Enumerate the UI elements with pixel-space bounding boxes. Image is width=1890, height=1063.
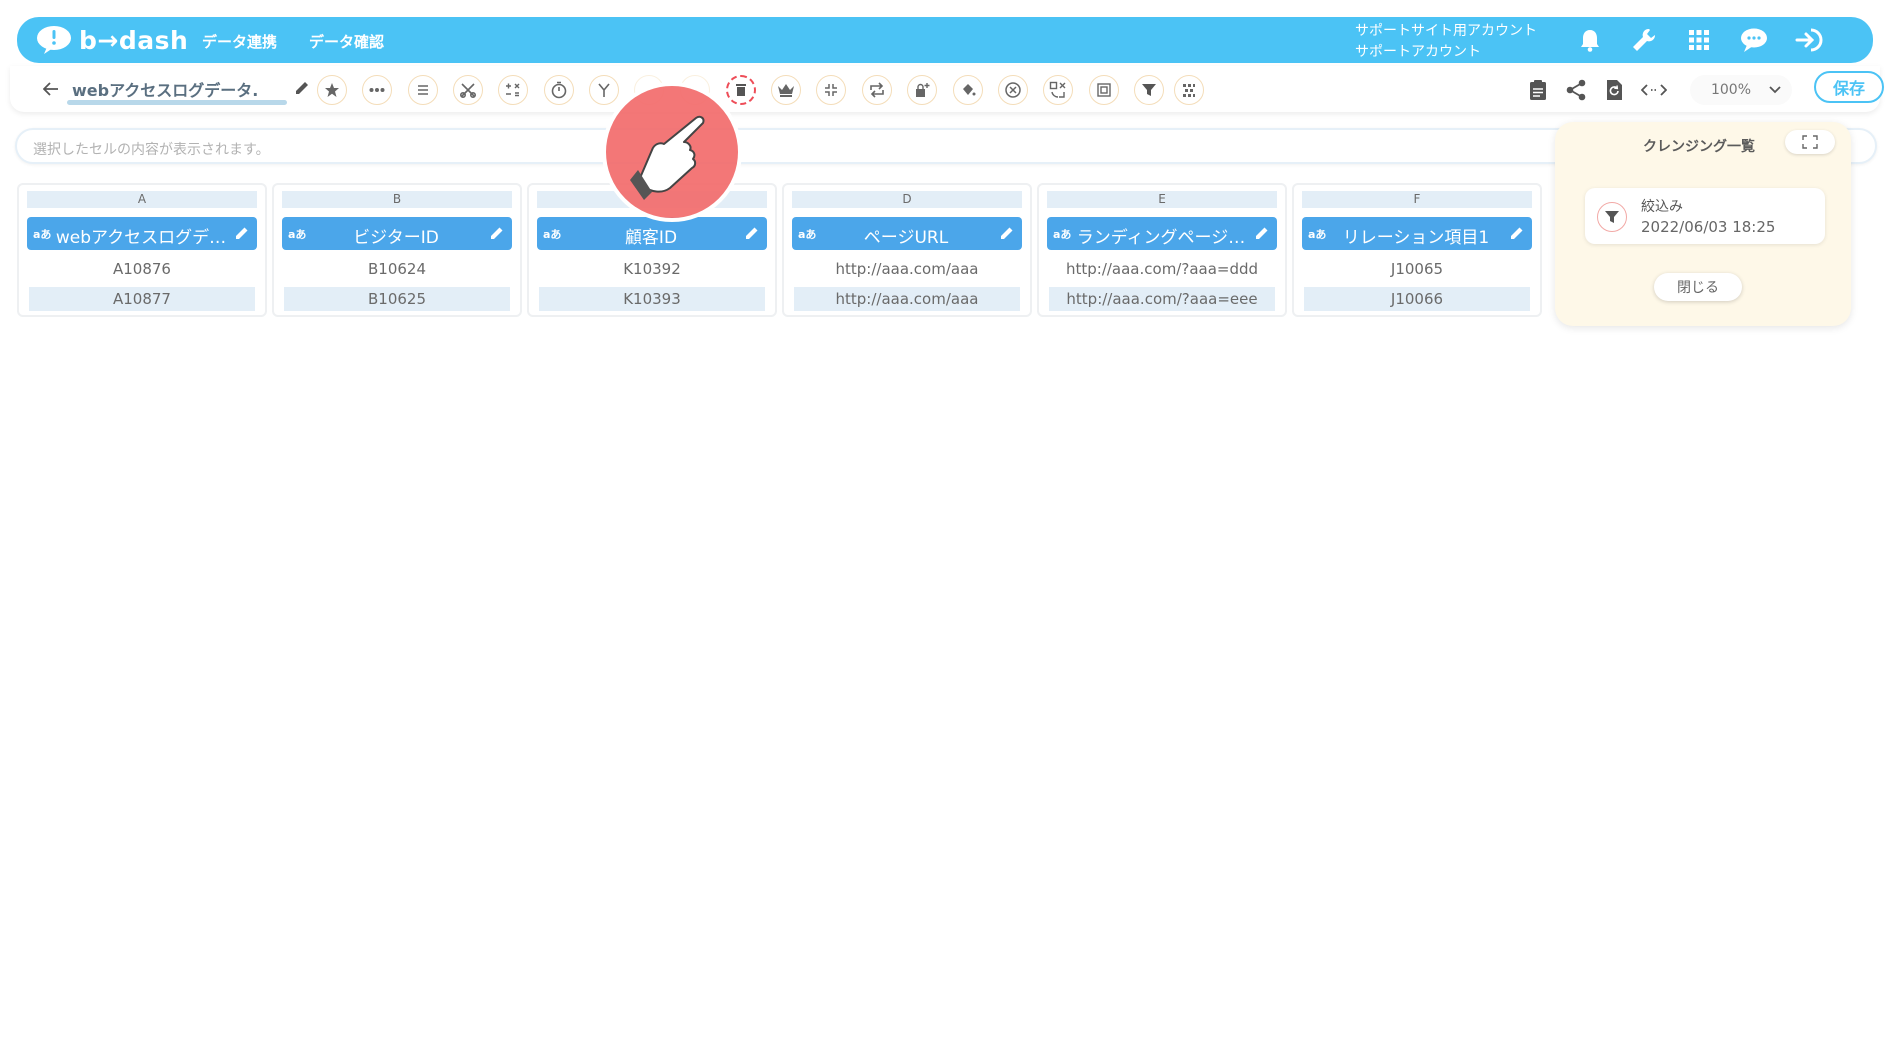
table-cell[interactable]: A10876	[29, 257, 255, 281]
crown-icon[interactable]	[771, 75, 801, 105]
pencil-icon[interactable]	[293, 79, 313, 99]
column-header[interactable]: aあ webアクセスログデ…	[27, 217, 257, 250]
cleansing-history-item[interactable]: 絞込み 2022/06/03 18:25	[1585, 188, 1825, 244]
column-b[interactable]: B aあ ビジターID B10624 B10625	[272, 183, 522, 317]
cleansing-name: 絞込み	[1641, 199, 1683, 215]
more-icon[interactable]	[362, 75, 392, 105]
column-a[interactable]: A aあ webアクセスログデ… A10876 A10877	[17, 183, 267, 317]
column-letter[interactable]: E	[1047, 191, 1277, 208]
table-cell[interactable]: K10393	[539, 287, 765, 311]
table-cell[interactable]: http://aaa.com/?aaa=ddd	[1049, 257, 1275, 281]
column-name: ビジターID	[353, 228, 439, 248]
column-name: webアクセスログデ…	[55, 228, 227, 248]
refresh-icon[interactable]	[1600, 76, 1628, 104]
bell-icon[interactable]	[1575, 26, 1605, 54]
zoom-value: 100%	[1710, 82, 1752, 98]
column-d[interactable]: D aあ ページURL http://aaa.com/aaa http://aa…	[782, 183, 1032, 317]
star-icon[interactable]	[317, 75, 347, 105]
column-letter[interactable]: F	[1302, 191, 1532, 208]
account-info[interactable]: サポートサイト用アカウント サポートアカウント	[1355, 21, 1537, 63]
column-name: ランディングページ…	[1076, 228, 1246, 248]
back-arrow-icon[interactable]	[40, 78, 62, 100]
pencil-icon[interactable]	[999, 225, 1017, 243]
column-e[interactable]: E aあ ランディングページ… http://aaa.com/?aaa=ddd …	[1037, 183, 1287, 317]
loop-icon[interactable]	[862, 75, 892, 105]
panel-title: クレンジング一覧	[1643, 139, 1755, 155]
pencil-icon[interactable]	[1254, 225, 1272, 243]
filter-icon[interactable]	[1134, 75, 1164, 105]
chat-icon[interactable]	[1739, 26, 1769, 54]
toolbar: webアクセスログデータ. 100% 保存	[10, 66, 1884, 112]
calculator-icon[interactable]	[498, 75, 528, 105]
timer-icon[interactable]	[544, 75, 574, 105]
account-user-name: サポートアカウント	[1355, 44, 1481, 60]
table-cell[interactable]: B10625	[284, 287, 510, 311]
replace-icon[interactable]	[1043, 75, 1073, 105]
column-f[interactable]: F aあ リレーション項目1 J10065 J10066	[1292, 183, 1542, 317]
clipboard-icon[interactable]	[1524, 76, 1552, 104]
chevron-down-icon	[1769, 82, 1781, 98]
cell-content-placeholder: 選択したセルの内容が表示されます。	[33, 142, 270, 158]
column-name: 顧客ID	[624, 228, 678, 248]
logo-text: b→dash	[79, 25, 189, 55]
column-header[interactable]: aあ ランディングページ…	[1047, 217, 1277, 250]
logo-bubble-icon	[35, 25, 73, 55]
frame-icon[interactable]	[1089, 75, 1119, 105]
table-cell[interactable]: http://aaa.com/?aaa=eee	[1049, 287, 1275, 311]
code-icon[interactable]	[1640, 76, 1668, 104]
collapse-icon[interactable]	[816, 75, 846, 105]
share-icon[interactable]	[1562, 76, 1590, 104]
pattern-icon[interactable]	[1174, 75, 1204, 105]
wrench-icon[interactable]	[1629, 26, 1659, 54]
document-title[interactable]: webアクセスログデータ.	[72, 77, 258, 101]
cancel-icon[interactable]	[998, 75, 1028, 105]
title-underline	[67, 100, 287, 105]
column-letter[interactable]: A	[27, 191, 257, 208]
column-letter[interactable]: B	[282, 191, 512, 208]
column-header[interactable]: aあ ビジターID	[282, 217, 512, 250]
table-cell[interactable]: K10392	[539, 257, 765, 281]
filter-icon	[1597, 202, 1627, 232]
zoom-select[interactable]: 100%	[1690, 75, 1792, 105]
nav-data-link[interactable]: データ連携	[202, 31, 277, 52]
save-button[interactable]: 保存	[1814, 71, 1884, 103]
column-header[interactable]: aあ リレーション項目1	[1302, 217, 1532, 250]
close-button[interactable]: 閉じる	[1654, 273, 1742, 301]
pencil-icon[interactable]	[489, 225, 507, 243]
column-name: リレーション項目1	[1342, 228, 1490, 248]
account-site-name: サポートサイト用アカウント	[1355, 23, 1537, 39]
table-cell[interactable]: J10066	[1304, 287, 1530, 311]
pencil-icon[interactable]	[744, 225, 762, 243]
cleansing-date: 2022/06/03 18:25	[1641, 218, 1776, 236]
nav-data-check[interactable]: データ確認	[309, 31, 384, 52]
table-cell[interactable]: http://aaa.com/aaa	[794, 287, 1020, 311]
logo[interactable]: b→dash	[35, 24, 188, 56]
column-name: ページURL	[863, 228, 949, 248]
table-cell[interactable]: B10624	[284, 257, 510, 281]
table-cell[interactable]: http://aaa.com/aaa	[794, 257, 1020, 281]
scissors-icon[interactable]	[453, 75, 483, 105]
grid-icon[interactable]	[1684, 26, 1714, 54]
pointing-hand-icon	[600, 80, 744, 224]
logout-icon[interactable]	[1795, 26, 1825, 54]
column-letter[interactable]: D	[792, 191, 1022, 208]
cleansing-panel: クレンジング一覧 絞込み 2022/06/03 18:25 閉じる	[1555, 122, 1851, 326]
pencil-icon[interactable]	[1509, 225, 1527, 243]
lock-plus-icon[interactable]	[907, 75, 937, 105]
app-header: b→dash データ連携 データ確認 サポートサイト用アカウント サポートアカウ…	[17, 17, 1873, 63]
paint-bucket-icon[interactable]	[953, 75, 983, 105]
expand-icon[interactable]	[1785, 130, 1835, 154]
list-icon[interactable]	[408, 75, 438, 105]
column-header[interactable]: aあ ページURL	[792, 217, 1022, 250]
pencil-icon[interactable]	[234, 225, 252, 243]
table-cell[interactable]: A10877	[29, 287, 255, 311]
table-cell[interactable]: J10065	[1304, 257, 1530, 281]
